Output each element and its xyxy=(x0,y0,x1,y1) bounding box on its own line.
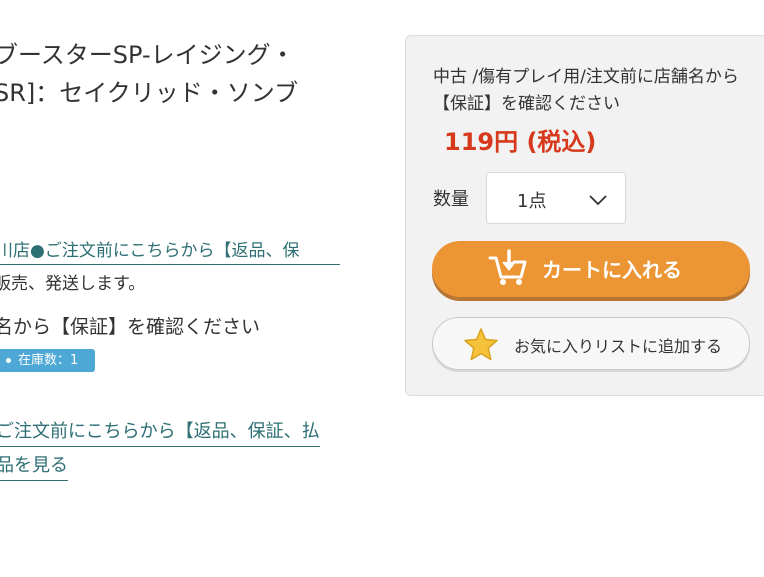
purchase-panel: 中古 /傷有プレイ用/注文前に店舗名から【保証】を確認ください 119円 (税込… xyxy=(405,35,764,396)
add-to-cart-label: カートに入れる xyxy=(542,258,682,282)
order-notice-link[interactable]: ご注文前にこちらから【返品、保証、払 xyxy=(0,417,320,447)
price: 119円 (税込) xyxy=(444,128,597,156)
shipping-note: 販売、発送します。 xyxy=(0,274,146,294)
add-to-cart-button[interactable]: カートに入れる xyxy=(432,241,750,297)
product-title-line1: ブースターSP-レイジング・ xyxy=(0,41,295,69)
cart-download-icon xyxy=(488,249,528,291)
item-condition: 中古 /傷有プレイ用/注文前に店舗名から【保証】を確認ください xyxy=(433,67,739,114)
quantity-label: 数量 xyxy=(433,189,469,210)
stock-badge: 在庫数：1 xyxy=(0,349,95,372)
add-to-favorites-button[interactable]: お気に入りリストに追加する xyxy=(432,317,750,370)
product-title: ブースターSP-レイジング・ SR]：セイクリッド・ソンブ xyxy=(0,36,298,112)
view-more-link[interactable]: 品を見る xyxy=(0,451,68,481)
product-title-line2: SR]：セイクリッド・ソンブ xyxy=(0,79,299,107)
add-to-favorites-label: お気に入りリストに追加する xyxy=(514,337,723,356)
quantity-value: 1点 xyxy=(517,191,547,212)
warranty-note: 名から【保証】を確認ください xyxy=(0,316,261,338)
stock-label: 在庫数：1 xyxy=(18,353,79,368)
tag-hole-icon xyxy=(6,358,11,363)
store-info-link[interactable]: 川店●ご注文前にこちらから【返品、保 xyxy=(0,236,340,265)
star-icon xyxy=(463,327,499,365)
quantity-select[interactable]: 1点 xyxy=(486,172,626,224)
chevron-down-icon xyxy=(589,191,607,210)
